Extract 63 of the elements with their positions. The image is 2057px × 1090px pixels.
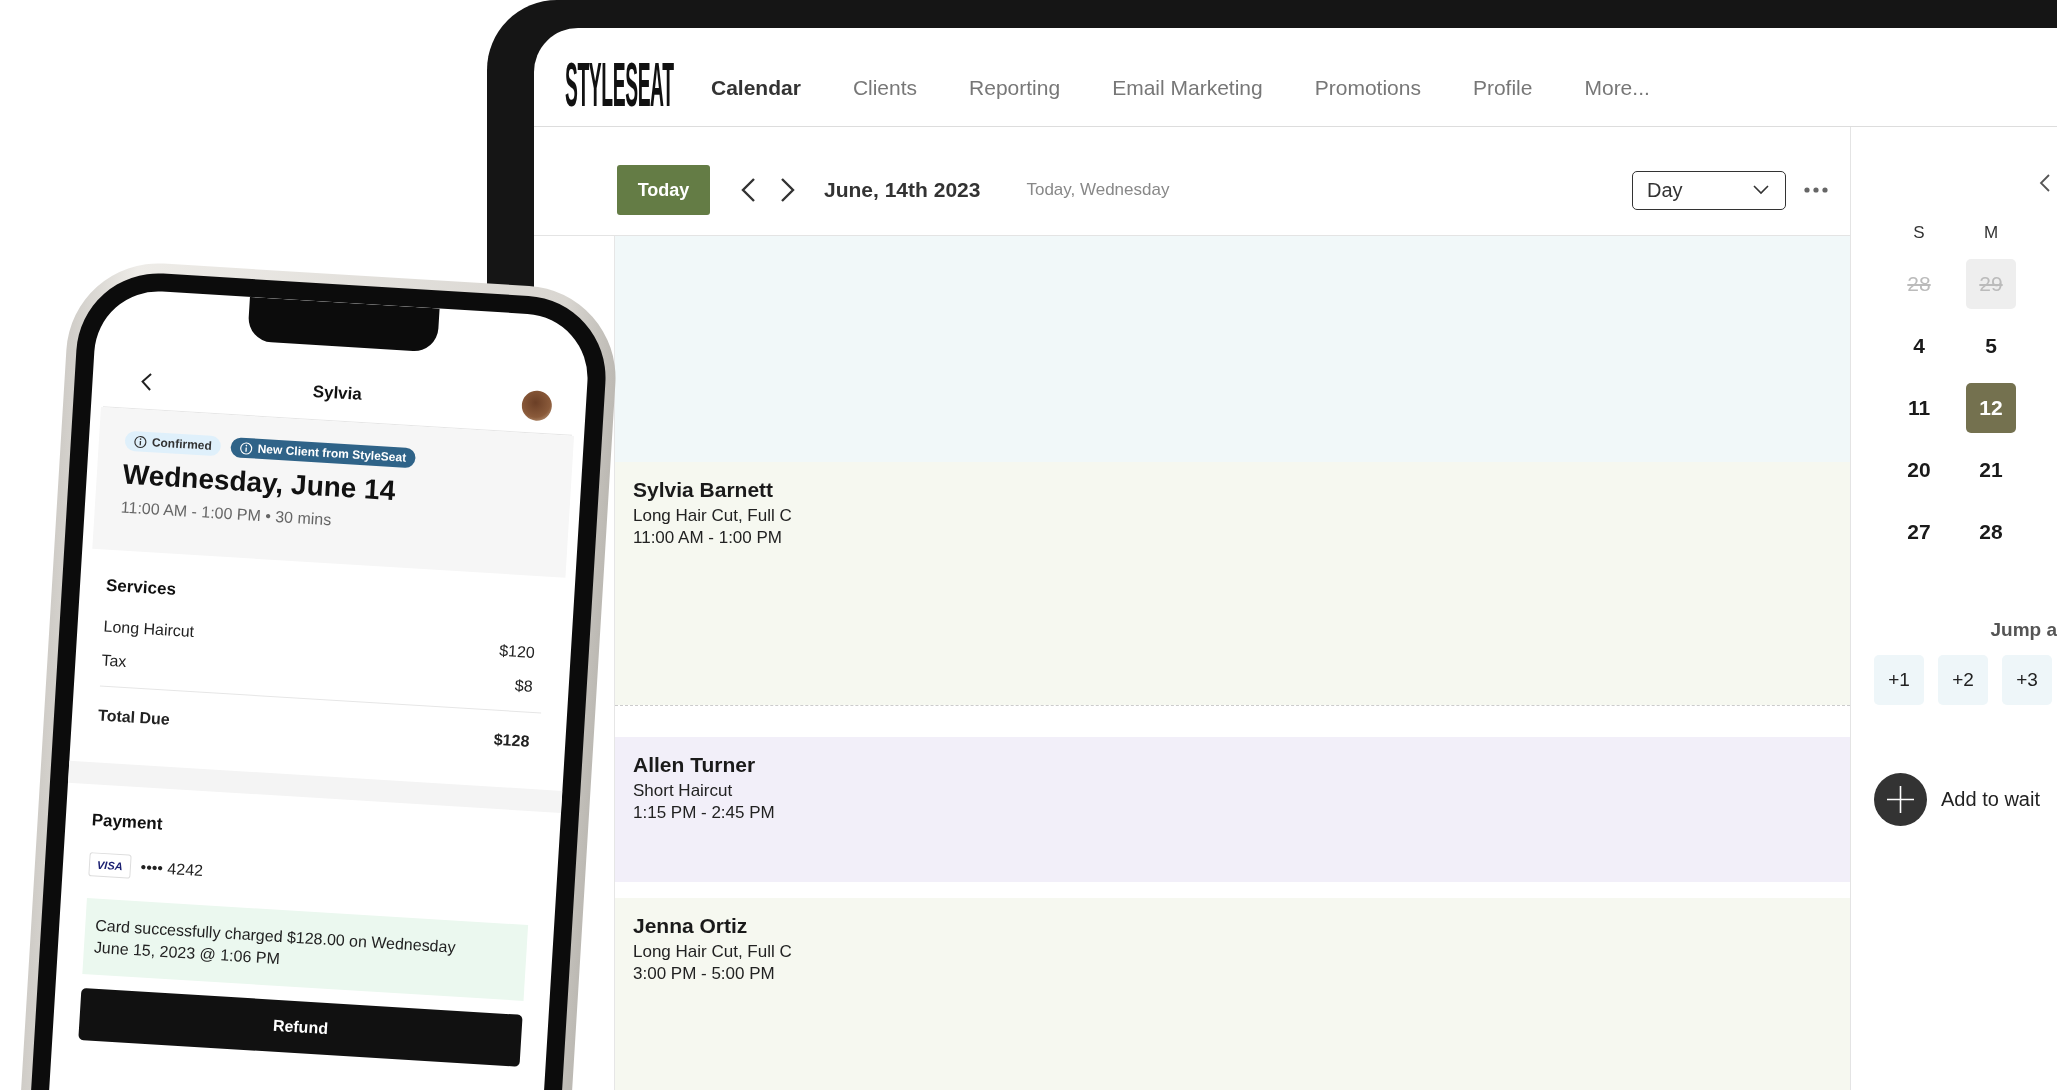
nav-tab[interactable]: Clients — [852, 76, 918, 100]
section-heading: Services — [105, 575, 178, 601]
add-icon[interactable] — [1874, 773, 1927, 826]
view-select[interactable]: Day — [1632, 170, 1786, 210]
appointment-card[interactable]: Allen Turner Short Haircut 1:15 PM - 2:45 PM — [615, 737, 1850, 882]
appointment-time: 11:00 AM - 1:00 PM — [633, 527, 783, 549]
appointment-card[interactable]: Jenna Ortiz Long Hair Cut, Full C 3:00 PM - 5:00 PM — [615, 898, 1850, 1090]
nav-tab[interactable]: Calendar — [711, 76, 801, 100]
weekday-label: S — [1912, 223, 1926, 243]
client-name: Allen Turner — [633, 753, 757, 777]
calendar-day[interactable]: 21 — [1966, 445, 2016, 495]
section-heading: Payment — [91, 810, 165, 836]
info-icon — [133, 434, 148, 449]
client-name: Sylvia Barnett — [633, 478, 775, 502]
service-name: Long Haircut — [103, 617, 195, 642]
current-date: June, 14th 2023 — [824, 178, 981, 202]
refund-button[interactable]: Refund — [78, 987, 523, 1067]
appointment-time: 11:00 AM - 1:00 PM • 30 mins — [120, 498, 333, 531]
price: $120 — [498, 641, 536, 662]
nav-tab[interactable]: Profile — [1472, 76, 1533, 100]
price: $8 — [514, 676, 534, 696]
calendar-day[interactable]: 11 — [1894, 383, 1944, 433]
waitlist-link[interactable]: Add to wait — [1941, 788, 2040, 811]
jump-button[interactable]: +1 — [1874, 655, 1924, 705]
card-number: •••• 4242 — [140, 858, 204, 881]
previous-icon[interactable] — [740, 177, 756, 203]
jump-button[interactable]: +2 — [1938, 655, 1988, 705]
calendar-day[interactable]: 4 — [1894, 321, 1944, 371]
screen-title: Sylvia — [312, 381, 363, 405]
back-icon[interactable] — [140, 371, 154, 393]
relative-day: Today, Wednesday — [1026, 180, 1170, 200]
status-badge: Confirmed — [124, 430, 222, 457]
jump-label: Jump a — [1989, 619, 2057, 641]
service-name: Tax — [100, 651, 127, 672]
payment-message: Card successfully charged $128.00 on Wednesday June 15, 2023 @ 1:06 PM — [82, 898, 529, 1001]
calendar-day[interactable]: 20 — [1894, 445, 1944, 495]
more-icon[interactable] — [1804, 187, 1828, 193]
calendar-day[interactable]: 28 — [1966, 507, 2016, 557]
caret-icon — [1753, 185, 1769, 195]
jump-button[interactable]: +3 — [2002, 655, 2052, 705]
appointment-time: 1:15 PM - 2:45 PM — [633, 802, 776, 824]
total-label: Total Due — [97, 706, 171, 729]
appointment-time: 3:00 PM - 5:00 PM — [633, 963, 776, 985]
nav-tab[interactable]: More... — [1584, 76, 1650, 100]
nav-tab[interactable]: Promotions — [1314, 76, 1421, 100]
service-name: Long Hair Cut, Full C — [633, 941, 793, 963]
nav-tab[interactable]: Email Marketing — [1112, 76, 1263, 100]
calendar-day[interactable]: 12 — [1966, 383, 2016, 433]
appointment-card[interactable]: Sylvia Barnett Long Hair Cut, Full C 11:00 AM - 1:00 PM — [615, 462, 1850, 705]
previous-month-icon[interactable] — [2039, 173, 2051, 193]
service-name: Short Haircut — [633, 780, 734, 802]
service-name: Long Hair Cut, Full C — [633, 505, 793, 527]
logo[interactable]: STYLESEAT — [565, 47, 674, 122]
calendar-day[interactable]: 27 — [1894, 507, 1944, 557]
today-button[interactable]: Today — [617, 165, 710, 215]
weekday-label: M — [1982, 223, 2000, 243]
total-amount: $128 — [493, 730, 530, 751]
client-name: Jenna Ortiz — [633, 914, 749, 938]
info-icon — [239, 441, 254, 455]
status-badge: New Client from StyleSeat — [230, 437, 416, 469]
calendar-day[interactable]: 5 — [1966, 321, 2016, 371]
next-icon[interactable] — [780, 177, 796, 203]
nav-tab[interactable]: Reporting — [969, 76, 1061, 100]
